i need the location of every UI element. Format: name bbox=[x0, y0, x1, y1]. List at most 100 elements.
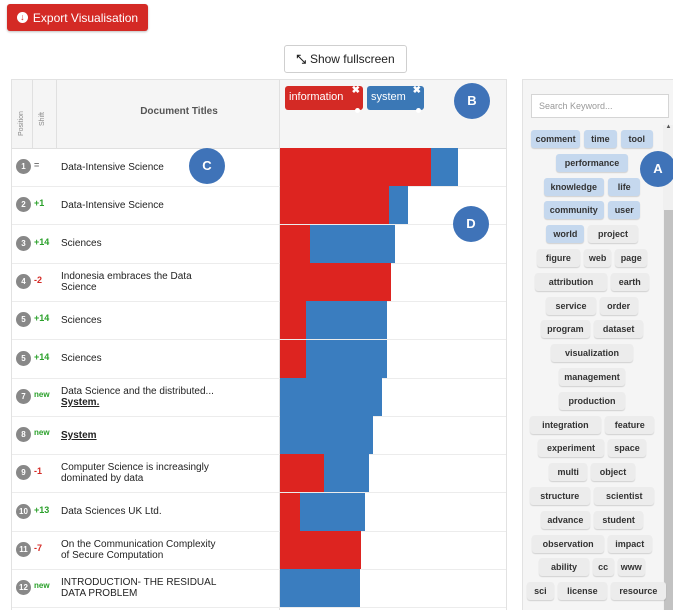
bar-system bbox=[280, 377, 382, 416]
shift-indicator: -2 bbox=[34, 274, 43, 285]
position-badge: 4 bbox=[16, 273, 31, 289]
keyword-tag[interactable]: program bbox=[540, 320, 590, 339]
document-row[interactable]: 5 +14 Sciences bbox=[12, 339, 506, 379]
keyword-tag[interactable]: resource bbox=[611, 582, 666, 601]
keyword-tag[interactable]: multi bbox=[549, 463, 588, 482]
document-title[interactable]: Indonesia embraces the Data Science bbox=[61, 263, 279, 301]
keyword-tag[interactable]: knowledge bbox=[543, 177, 604, 196]
document-row[interactable]: 12 new INTRODUCTION- THE RESIDUAL DATA PROB… bbox=[12, 569, 506, 609]
bar-information bbox=[280, 339, 306, 378]
keyword-tag[interactable]: ability bbox=[539, 558, 589, 577]
scroll-up-icon[interactable]: ▲ bbox=[663, 124, 673, 130]
keyword-tag[interactable]: www bbox=[617, 558, 645, 577]
keyword-tag[interactable]: community bbox=[543, 201, 604, 220]
document-row[interactable]: 2 +1 Data-Intensive Science bbox=[12, 186, 506, 226]
document-row[interactable]: 8 new System bbox=[12, 416, 506, 456]
keyword-tag[interactable]: impact bbox=[608, 534, 652, 553]
keyword-tag[interactable]: advance bbox=[540, 510, 590, 529]
keyword-tag[interactable]: order bbox=[599, 296, 638, 315]
position-header: Position bbox=[18, 111, 25, 136]
document-title[interactable]: Computer Science is increasingly dominate… bbox=[61, 454, 279, 492]
marker-d: D bbox=[453, 206, 489, 242]
bar-system bbox=[430, 148, 458, 186]
position-badge: 11 bbox=[16, 542, 31, 557]
keyword-tag[interactable]: experiment bbox=[538, 439, 604, 458]
chip-system[interactable]: system ✖ bbox=[367, 85, 424, 113]
keyword-tag[interactable]: figure bbox=[536, 249, 581, 267]
keyword-tag[interactable]: service bbox=[546, 296, 596, 315]
bar-information bbox=[280, 262, 391, 301]
document-title[interactable]: Data Sciences UK Ltd. bbox=[61, 493, 279, 531]
keyword-tag[interactable]: production bbox=[559, 391, 625, 410]
keyword-tag[interactable]: structure bbox=[529, 487, 590, 505]
document-row[interactable]: 7 new Data Science and the distributed... S… bbox=[12, 377, 506, 417]
keyword-tag[interactable]: project bbox=[588, 225, 638, 244]
keyword-tag[interactable]: management bbox=[559, 368, 625, 386]
document-title-line: Science bbox=[61, 281, 97, 293]
keyword-tag[interactable]: observation bbox=[532, 534, 604, 553]
keyword-scroll-thumb[interactable] bbox=[664, 210, 673, 610]
document-row[interactable]: 4 -2 Indonesia embraces the Data Science bbox=[12, 262, 506, 302]
chip-label: information bbox=[289, 91, 344, 103]
keyword-tag[interactable]: world bbox=[546, 225, 585, 244]
chip-information[interactable]: information ✖ bbox=[285, 85, 363, 113]
keyword-tag[interactable]: scientist bbox=[594, 487, 655, 505]
document-title[interactable]: On the Communication Complexity of Secure… bbox=[61, 531, 279, 569]
document-title-line: Data-Intensive Science bbox=[61, 161, 164, 173]
keyword-tag[interactable]: object bbox=[591, 463, 635, 482]
keyword-tag[interactable]: tool bbox=[620, 130, 653, 148]
keyword-tag[interactable]: dataset bbox=[594, 320, 644, 339]
document-title[interactable]: Sciences bbox=[61, 340, 279, 378]
document-row[interactable]: 10 +13 Data Sciences UK Ltd. bbox=[12, 492, 506, 532]
shift-indicator: -7 bbox=[34, 543, 43, 553]
export-visualisation-button[interactable]: ↓ Export Visualisation bbox=[7, 4, 148, 31]
document-title-line: dominated by data bbox=[61, 473, 144, 485]
document-title-line: Data Science and the distributed... bbox=[61, 385, 214, 397]
keyword-tag[interactable]: earth bbox=[610, 272, 649, 291]
document-title[interactable]: Sciences bbox=[61, 225, 279, 263]
document-row[interactable]: 1 = Data-Intensive Science bbox=[12, 148, 506, 187]
keyword-tag[interactable]: page bbox=[615, 249, 648, 267]
position-badge: 9 bbox=[16, 465, 31, 481]
document-row[interactable]: 9 -1 Computer Science is increasingly domin… bbox=[12, 454, 506, 494]
document-title-line: System. bbox=[61, 396, 100, 408]
keyword-tag[interactable]: web bbox=[584, 249, 611, 267]
document-row[interactable]: 5 +14 Sciences bbox=[12, 301, 506, 341]
keyword-tag[interactable]: visualization bbox=[550, 344, 634, 363]
document-title[interactable]: Data-Intensive Science bbox=[61, 186, 279, 224]
keyword-tag[interactable]: integration bbox=[529, 415, 602, 434]
fullscreen-icon: ⤡ bbox=[296, 51, 306, 66]
document-title-line: Sciences bbox=[61, 353, 102, 364]
bar-information bbox=[280, 148, 431, 186]
keyword-tag[interactable]: sci bbox=[527, 582, 554, 601]
show-fullscreen-button[interactable]: ⤡ Show fullscreen bbox=[284, 45, 407, 73]
keyword-tag[interactable]: time bbox=[584, 130, 617, 148]
document-title[interactable]: Data-Intensive Science bbox=[61, 148, 279, 186]
keyword-tag[interactable]: user bbox=[608, 201, 641, 220]
bar-system bbox=[305, 339, 388, 378]
keyword-tag[interactable]: life bbox=[608, 177, 641, 196]
keyword-tag[interactable]: attribution bbox=[535, 272, 607, 291]
bar-system bbox=[388, 186, 408, 225]
remove-chip-icon[interactable]: ✖ bbox=[413, 80, 421, 102]
document-title[interactable]: System bbox=[61, 416, 279, 454]
keyword-tag[interactable]: space bbox=[608, 439, 646, 458]
ranking-panel: Position Shift Document Titles informati… bbox=[11, 79, 507, 610]
document-title[interactable]: Data Science and the distributed... Syste… bbox=[61, 378, 279, 416]
document-row[interactable]: 11 -7 On the Communication Complexity of Se… bbox=[12, 531, 506, 570]
keyword-tag[interactable]: student bbox=[594, 510, 644, 529]
keyword-search-input[interactable]: Search Keyword... bbox=[531, 94, 669, 118]
keyword-tag[interactable]: feature bbox=[605, 415, 655, 434]
keyword-tag[interactable]: license bbox=[557, 582, 607, 601]
position-badge: 5 bbox=[16, 312, 31, 328]
keyword-tag[interactable]: cc bbox=[592, 558, 614, 577]
document-title[interactable]: Sciences bbox=[61, 301, 279, 339]
keyword-tag[interactable]: comment bbox=[531, 130, 581, 148]
document-row[interactable]: 3 +14 Sciences bbox=[12, 224, 506, 264]
keyword-tag[interactable]: performance bbox=[556, 153, 628, 172]
document-title[interactable]: INTRODUCTION- THE RESIDUAL DATA PROBLEM bbox=[61, 569, 279, 607]
fullscreen-label: Show fullscreen bbox=[309, 52, 395, 66]
weight-handle-icon[interactable] bbox=[416, 108, 421, 113]
weight-handle-icon[interactable] bbox=[355, 108, 360, 113]
remove-chip-icon[interactable]: ✖ bbox=[352, 80, 360, 102]
